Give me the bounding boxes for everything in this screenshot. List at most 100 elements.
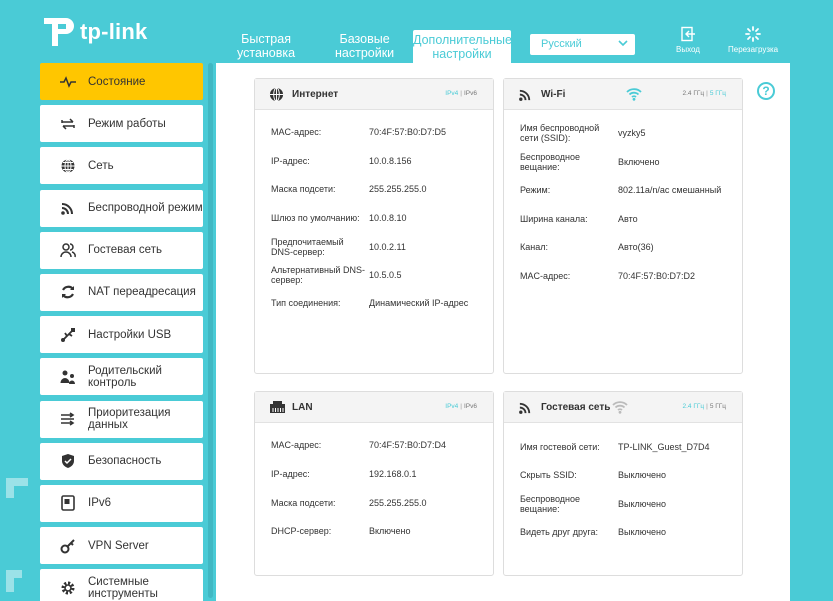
info-value: 10.0.8.156 — [369, 156, 412, 166]
card-header: LAN IPv4 | IPv6 — [255, 392, 493, 423]
card-title: Wi-Fi — [541, 89, 566, 100]
lan-card: LAN IPv4 | IPv6 MAC-адрес: 70:4F:57:B0:D7:D… — [254, 391, 494, 576]
tab-quick-setup[interactable]: Быстрая установка — [237, 32, 295, 60]
info-key: Шлюз по умолчанию: — [271, 213, 360, 223]
card-title: Интернет — [292, 89, 339, 100]
decoration — [6, 478, 28, 498]
tab-ipv4[interactable]: IPv4 — [445, 90, 458, 97]
sidebar-item-wireless[interactable]: Беспроводной режим — [40, 189, 203, 227]
logout-button[interactable]: Выход — [676, 26, 700, 54]
info-key: Ширина канала: — [520, 214, 588, 224]
reboot-label: Перезагрузка — [728, 45, 779, 54]
logout-icon — [681, 26, 695, 42]
tab-ipv4[interactable]: IPv4 — [445, 403, 458, 410]
tab-24ghz[interactable]: 2.4 ГГц — [683, 90, 705, 97]
sidebar-item-label: Режим работы — [88, 117, 166, 130]
ip-version-tabs: IPv4 | IPv6 — [445, 90, 477, 97]
sidebar-item-nat[interactable]: NAT переадресация — [40, 273, 203, 311]
reboot-button[interactable]: Перезагрузка — [728, 26, 778, 54]
tab-ipv6[interactable]: IPv6 — [464, 403, 477, 410]
sidebar-item-usb[interactable]: Настройки USB — [40, 316, 203, 354]
tab-label-line: настройки — [432, 47, 492, 61]
sidebar-item-qos[interactable]: Приоритезация данных — [40, 400, 203, 438]
tab-advanced[interactable]: Дополнительные настройки — [413, 30, 512, 63]
sidebar-item-label: Родительский контроль — [88, 364, 162, 389]
info-key: IP-адрес: — [271, 469, 310, 479]
sidebar-item-label: Сеть — [88, 159, 114, 172]
sidebar-item-label: Приоритезация данных — [88, 407, 171, 431]
info-value: 802.11a/n/ac смешанный — [618, 185, 722, 195]
help-button[interactable]: ? — [757, 82, 775, 100]
sidebar-item-vpn[interactable]: VPN Server — [40, 527, 203, 565]
tab-ipv6[interactable]: IPv6 — [464, 90, 477, 97]
info-key: Имя гостевой сети: — [520, 442, 600, 452]
band-tabs: 2.4 ГГц | 5 ГГц — [682, 403, 727, 410]
info-value: 10.0.8.10 — [369, 213, 407, 223]
tab-label-line: Дополнительные — [413, 33, 512, 47]
qos-icon — [61, 412, 75, 426]
gear-icon — [61, 581, 75, 595]
info-value: 70:4F:57:B0:D7:D4 — [369, 440, 447, 450]
tab-5ghz[interactable]: 5 ГГц — [710, 90, 726, 97]
wireless-icon — [519, 402, 531, 414]
sidebar-item-ipv6[interactable]: IPv6 — [40, 484, 203, 522]
sidebar-item-parental[interactable]: Родительский контроль — [40, 358, 203, 396]
ip-version-tabs: IPv4 | IPv6 — [445, 403, 477, 410]
globe-icon — [61, 158, 75, 173]
info-key: Канал: — [520, 242, 548, 252]
sidebar-item-label: NAT переадресация — [88, 286, 196, 299]
card-title: LAN — [292, 402, 313, 413]
info-key: Альтернативный DNS-сервер: — [271, 265, 365, 285]
sidebar-item-guest[interactable]: Гостевая сеть — [40, 231, 203, 269]
info-value: 10.0.2.11 — [369, 242, 406, 252]
tp-link-logo: tp-link — [40, 14, 147, 50]
sidebar-item-label: Гостевая сеть — [88, 244, 162, 257]
decoration — [6, 570, 22, 592]
sidebar-item-label: Беспроводной режим — [88, 202, 203, 215]
info-key: Видеть друг друга: — [520, 527, 598, 537]
tab-label-line: установка — [237, 46, 296, 60]
wifi-signal-icon — [626, 88, 642, 101]
sidebar-scrollbar[interactable] — [208, 63, 213, 598]
chevron-down-icon — [618, 40, 628, 47]
sidebar-item-status[interactable]: Состояние — [40, 63, 203, 100]
wifi-signal-off-icon — [612, 401, 628, 414]
info-value: Включено — [618, 157, 660, 167]
info-key: Скрыть SSID: — [520, 470, 577, 480]
info-value: 255.255.255.0 — [369, 184, 427, 194]
info-value: 70:4F:57:B0:D7:D2 — [618, 271, 696, 281]
tp-link-logo-icon — [44, 18, 74, 46]
tab-label-line: Базовые — [339, 32, 390, 46]
sidebar-item-label: IPv6 — [88, 497, 112, 510]
info-key: Маска подсети: — [271, 184, 336, 194]
sidebar-item-security[interactable]: Безопасность — [40, 442, 203, 480]
tab-basic[interactable]: Базовые настройки — [335, 32, 394, 60]
info-key: MAC-адрес: — [271, 127, 322, 137]
info-value: Динамический IP-адрес — [369, 298, 469, 308]
info-key: Режим: — [520, 185, 551, 195]
language-select[interactable]: Русский — [530, 34, 635, 55]
logout-label: Выход — [676, 45, 700, 54]
sidebar-item-mode[interactable]: Режим работы — [40, 105, 203, 143]
info-value: 10.5.0.5 — [369, 270, 402, 280]
tab-5ghz[interactable]: 5 ГГц — [710, 403, 726, 410]
lan-port-icon — [270, 401, 285, 413]
usb-icon — [61, 327, 75, 342]
info-key: Тип соединения: — [271, 298, 341, 308]
info-key: MAC-адрес: — [271, 440, 322, 450]
card-header: Wi-Fi 2.4 ГГц | 5 ГГц — [504, 79, 742, 110]
info-key: IP-адрес: — [271, 156, 310, 166]
info-value: Включено — [369, 526, 411, 536]
sidebar-item-label: Безопасность — [88, 455, 162, 468]
info-value: Выключено — [618, 499, 666, 509]
card-header: Гостевая сеть 2.4 ГГц | 5 ГГц — [504, 392, 742, 423]
sidebar-item-label: Настройки USB — [88, 328, 172, 341]
sidebar-item-system[interactable]: Системные инструменты — [40, 569, 203, 601]
info-value: 255.255.255.0 — [369, 498, 427, 508]
tab-24ghz[interactable]: 2.4 ГГц — [683, 403, 705, 410]
sidebar-item-network[interactable]: Сеть — [40, 147, 203, 185]
guest-network-card: Гостевая сеть 2.4 ГГц | 5 ГГц Имя гостевой… — [503, 391, 743, 576]
swap-icon — [61, 118, 75, 130]
info-value: Авто — [618, 214, 638, 224]
card-header: Интернет IPv4 | IPv6 — [255, 79, 493, 110]
